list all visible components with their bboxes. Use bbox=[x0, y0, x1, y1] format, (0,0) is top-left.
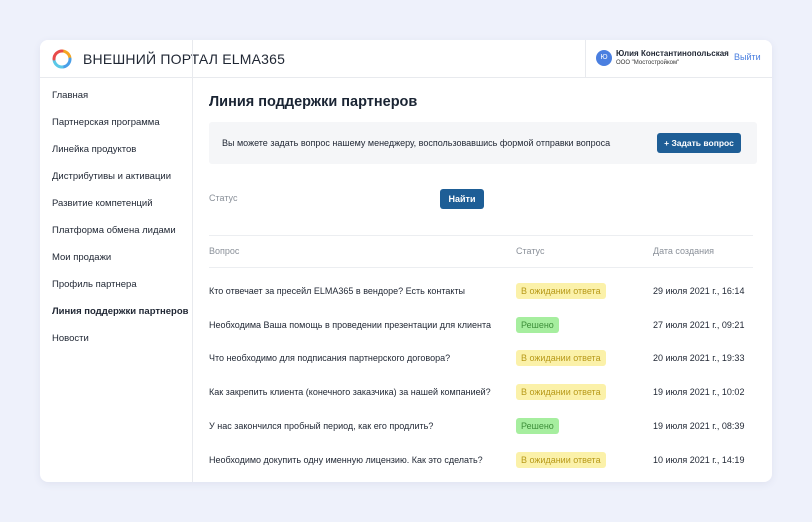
user-org: ООО "Мостостройком" bbox=[616, 60, 680, 66]
find-button[interactable]: Найти bbox=[440, 189, 484, 209]
table-row[interactable]: Необходимо докупить одну именную лицензи… bbox=[193, 452, 763, 472]
question-cell[interactable]: Что необходимо для подписания партнерско… bbox=[209, 353, 450, 363]
date-cell: 29 июля 2021 г., 16:14 bbox=[653, 286, 745, 296]
column-header-status[interactable]: Статус bbox=[516, 246, 544, 256]
sidebar-item-home[interactable]: Главная bbox=[52, 90, 88, 101]
sidebar-item-distributions[interactable]: Дистрибутивы и активации bbox=[52, 171, 171, 182]
table-row[interactable]: У нас закончился пробный период, как его… bbox=[193, 418, 763, 438]
portal-window: ВНЕШНИЙ ПОРТАЛ ELMA365 Ю Юлия Константин… bbox=[40, 40, 772, 482]
status-badge: В ожидании ответа bbox=[516, 452, 606, 468]
sidebar-item-support[interactable]: Линия поддержки партнеров bbox=[52, 306, 189, 317]
sidebar-item-products[interactable]: Линейка продуктов bbox=[52, 144, 136, 155]
status-badge: В ожидании ответа bbox=[516, 384, 606, 400]
question-cell[interactable]: Необходима Ваша помощь в проведении през… bbox=[209, 320, 491, 330]
header: ВНЕШНИЙ ПОРТАЛ ELMA365 Ю Юлия Константин… bbox=[40, 40, 772, 78]
ask-question-button[interactable]: + Задать вопрос bbox=[657, 133, 741, 153]
question-cell[interactable]: У нас закончился пробный период, как его… bbox=[209, 421, 433, 431]
divider bbox=[209, 235, 753, 236]
status-badge: В ожидании ответа bbox=[516, 283, 606, 299]
question-cell[interactable]: Кто отвечает за пресейл ELMA365 в вендор… bbox=[209, 286, 465, 296]
table-row[interactable]: Необходима Ваша помощь в проведении през… bbox=[193, 317, 763, 337]
sidebar-item-competences[interactable]: Развитие компетенций bbox=[52, 198, 153, 209]
app-title: ВНЕШНИЙ ПОРТАЛ ELMA365 bbox=[83, 51, 286, 67]
elma-logo-icon bbox=[52, 49, 72, 69]
table-row[interactable]: Что необходимо для подписания партнерско… bbox=[193, 350, 763, 370]
table-row[interactable]: Кто отвечает за пресейл ELMA365 в вендор… bbox=[193, 283, 763, 303]
date-cell: 27 июля 2021 г., 09:21 bbox=[653, 320, 745, 330]
question-cell[interactable]: Необходимо докупить одну именную лицензи… bbox=[209, 455, 483, 465]
info-text: Вы можете задать вопрос нашему менеджеру… bbox=[222, 138, 611, 148]
date-cell: 19 июля 2021 г., 08:39 bbox=[653, 421, 745, 431]
column-header-question[interactable]: Вопрос bbox=[209, 246, 239, 256]
sidebar-item-partner-program[interactable]: Партнерская программа bbox=[52, 117, 160, 128]
sidebar: Главная Партнерская программа Линейка пр… bbox=[40, 78, 193, 482]
avatar[interactable]: Ю bbox=[596, 50, 612, 66]
divider bbox=[192, 40, 193, 78]
date-cell: 19 июля 2021 г., 10:02 bbox=[653, 387, 745, 397]
page-title: Линия поддержки партнеров bbox=[209, 94, 418, 110]
user-name: Юлия Константинопольская bbox=[616, 49, 729, 58]
divider bbox=[585, 40, 586, 78]
sidebar-item-news[interactable]: Новости bbox=[52, 333, 89, 344]
sidebar-item-profile[interactable]: Профиль партнера bbox=[52, 279, 137, 290]
status-badge: В ожидании ответа bbox=[516, 350, 606, 366]
table-row[interactable]: Как закрепить клиента (конечного заказчи… bbox=[193, 384, 763, 404]
divider bbox=[209, 267, 753, 268]
column-header-date[interactable]: Дата создания bbox=[653, 246, 714, 256]
status-badge: Решено bbox=[516, 317, 559, 333]
question-cell[interactable]: Как закрепить клиента (конечного заказчи… bbox=[209, 387, 491, 397]
logout-link[interactable]: Выйти bbox=[734, 52, 761, 62]
status-badge: Решено bbox=[516, 418, 559, 434]
date-cell: 20 июля 2021 г., 19:33 bbox=[653, 353, 745, 363]
sidebar-item-sales[interactable]: Мои продажи bbox=[52, 252, 111, 263]
date-cell: 10 июля 2021 г., 14:19 bbox=[653, 455, 745, 465]
status-filter-label[interactable]: Статус bbox=[209, 193, 237, 203]
sidebar-item-leads[interactable]: Платформа обмена лидами bbox=[52, 225, 176, 236]
info-banner: Вы можете задать вопрос нашему менеджеру… bbox=[209, 122, 757, 164]
